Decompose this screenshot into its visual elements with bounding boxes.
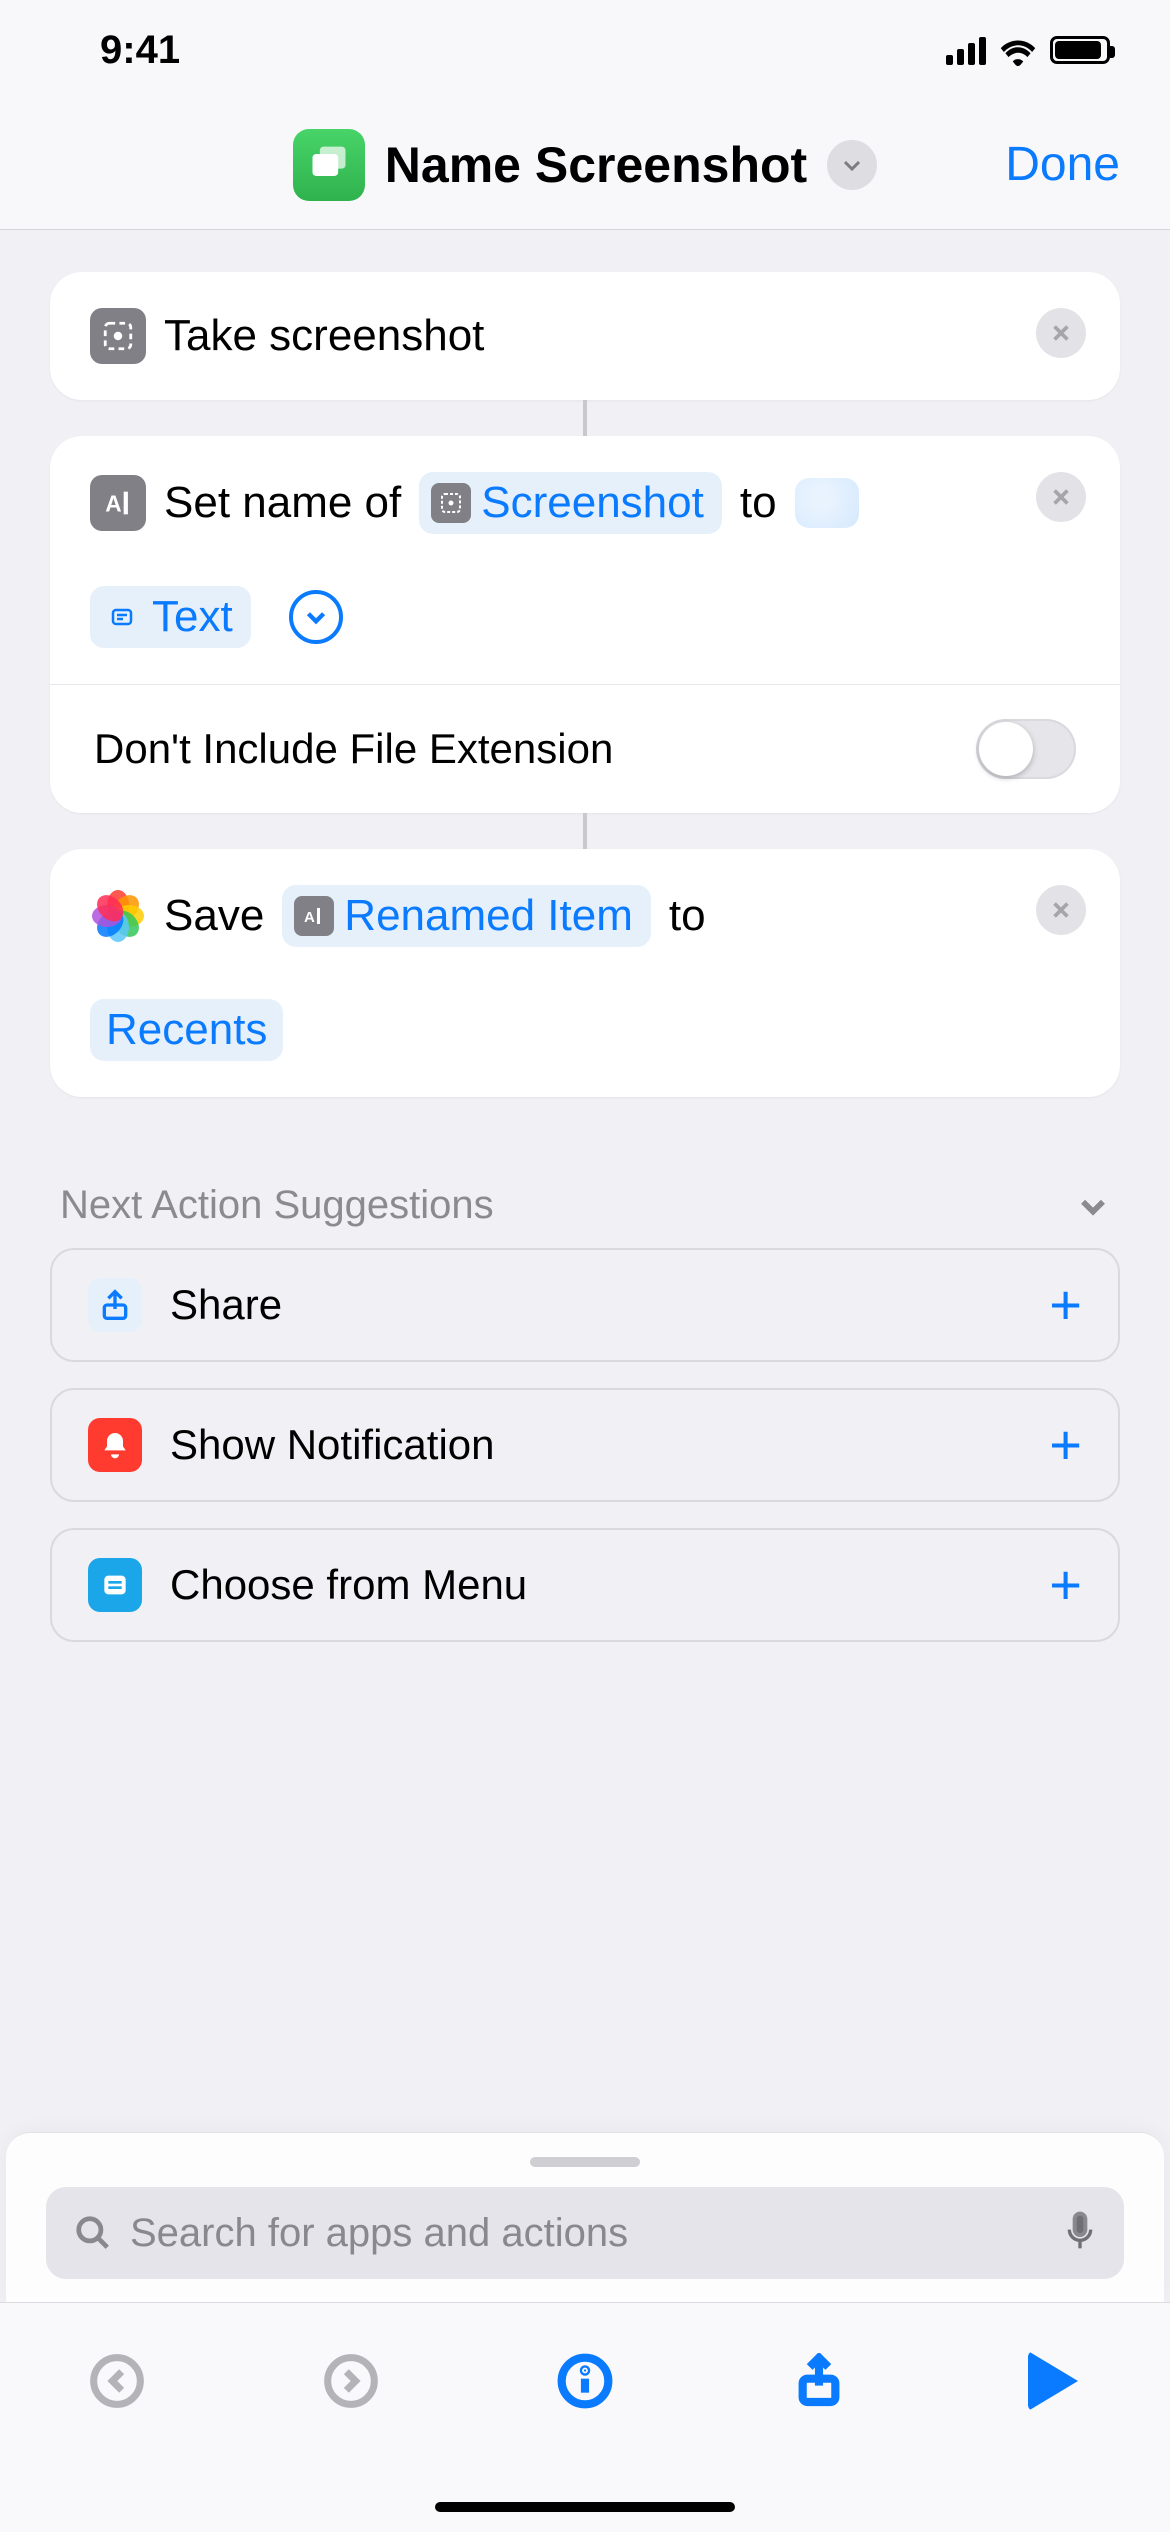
- screenshot-token-icon: [431, 483, 471, 523]
- expand-action-button[interactable]: [289, 590, 343, 644]
- suggestion-choose-from-menu[interactable]: Choose from Menu +: [50, 1528, 1120, 1642]
- add-suggestion-button[interactable]: +: [1049, 1417, 1082, 1473]
- suggestion-share[interactable]: Share +: [50, 1248, 1120, 1362]
- status-bar: 9:41: [0, 0, 1170, 100]
- play-icon: [1028, 2351, 1078, 2411]
- album-destination[interactable]: Recents: [90, 999, 283, 1061]
- undo-button[interactable]: [77, 2341, 157, 2421]
- option-label: Don't Include File Extension: [94, 725, 613, 773]
- home-indicator: [435, 2502, 735, 2512]
- title-menu-button[interactable]: [827, 140, 877, 190]
- done-button[interactable]: Done: [1005, 137, 1120, 192]
- suggestion-label: Choose from Menu: [170, 1561, 527, 1609]
- drag-handle[interactable]: [530, 2157, 640, 2167]
- album-label: Recents: [106, 1005, 267, 1055]
- header: Name Screenshot Done: [0, 100, 1170, 230]
- status-icons: [946, 35, 1110, 65]
- name-value-field[interactable]: [795, 478, 859, 528]
- file-extension-toggle[interactable]: [976, 719, 1076, 779]
- variable-screenshot[interactable]: Screenshot: [419, 472, 722, 534]
- rename-icon: A: [90, 475, 146, 531]
- bottom-toolbar: [0, 2302, 1170, 2532]
- variable-label: Renamed Item: [344, 891, 633, 941]
- search-placeholder: Search for apps and actions: [130, 2211, 1046, 2256]
- screenshot-icon: [90, 308, 146, 364]
- action-text-to: to: [669, 891, 706, 941]
- cellular-icon: [946, 35, 986, 65]
- rename-token-icon: A: [294, 896, 334, 936]
- shortcut-title[interactable]: Name Screenshot: [385, 136, 807, 194]
- remove-action-button[interactable]: [1036, 308, 1086, 358]
- shortcut-app-icon: [293, 129, 365, 201]
- search-icon: [74, 2214, 112, 2252]
- menu-icon: [88, 1558, 142, 1612]
- status-time: 9:41: [100, 28, 180, 73]
- action-search-panel[interactable]: Search for apps and actions: [6, 2132, 1164, 2302]
- connector: [583, 813, 587, 849]
- action-label: Take screenshot: [164, 311, 484, 361]
- wifi-icon: [1000, 36, 1036, 64]
- info-button[interactable]: [545, 2341, 625, 2421]
- share-icon: [88, 1278, 142, 1332]
- bell-icon: [88, 1418, 142, 1472]
- run-button[interactable]: [1013, 2341, 1093, 2421]
- search-field[interactable]: Search for apps and actions: [46, 2187, 1124, 2279]
- svg-text:A: A: [304, 909, 315, 926]
- add-suggestion-button[interactable]: +: [1049, 1557, 1082, 1613]
- remove-action-button[interactable]: [1036, 472, 1086, 522]
- add-suggestion-button[interactable]: +: [1049, 1277, 1082, 1333]
- action-save-photo[interactable]: Save A Renamed Item to Recents: [50, 849, 1120, 1097]
- variable-text[interactable]: Text: [90, 586, 251, 648]
- battery-icon: [1050, 36, 1110, 64]
- action-text-to: to: [740, 478, 777, 528]
- option-row-file-extension: Don't Include File Extension: [50, 684, 1120, 813]
- text-token-icon: [102, 597, 142, 637]
- remove-action-button[interactable]: [1036, 885, 1086, 935]
- suggestions-header[interactable]: Next Action Suggestions: [50, 1133, 1120, 1248]
- share-button[interactable]: [779, 2341, 859, 2421]
- svg-text:A: A: [105, 491, 121, 517]
- chevron-down-icon: [1076, 1189, 1110, 1223]
- redo-button[interactable]: [311, 2341, 391, 2421]
- dictation-button[interactable]: [1064, 2211, 1096, 2256]
- suggestion-show-notification[interactable]: Show Notification +: [50, 1388, 1120, 1502]
- variable-renamed-item[interactable]: A Renamed Item: [282, 885, 651, 947]
- suggestion-label: Share: [170, 1281, 282, 1329]
- suggestions-title: Next Action Suggestions: [60, 1183, 494, 1228]
- action-set-name[interactable]: A Set name of Screenshot to Text: [50, 436, 1120, 813]
- action-take-screenshot[interactable]: Take screenshot: [50, 272, 1120, 400]
- photos-icon: [90, 888, 146, 944]
- action-text-prefix: Save: [164, 891, 264, 941]
- variable-label: Text: [152, 592, 233, 642]
- connector: [583, 400, 587, 436]
- suggestion-label: Show Notification: [170, 1421, 495, 1469]
- variable-label: Screenshot: [481, 478, 704, 528]
- action-text-prefix: Set name of: [164, 478, 401, 528]
